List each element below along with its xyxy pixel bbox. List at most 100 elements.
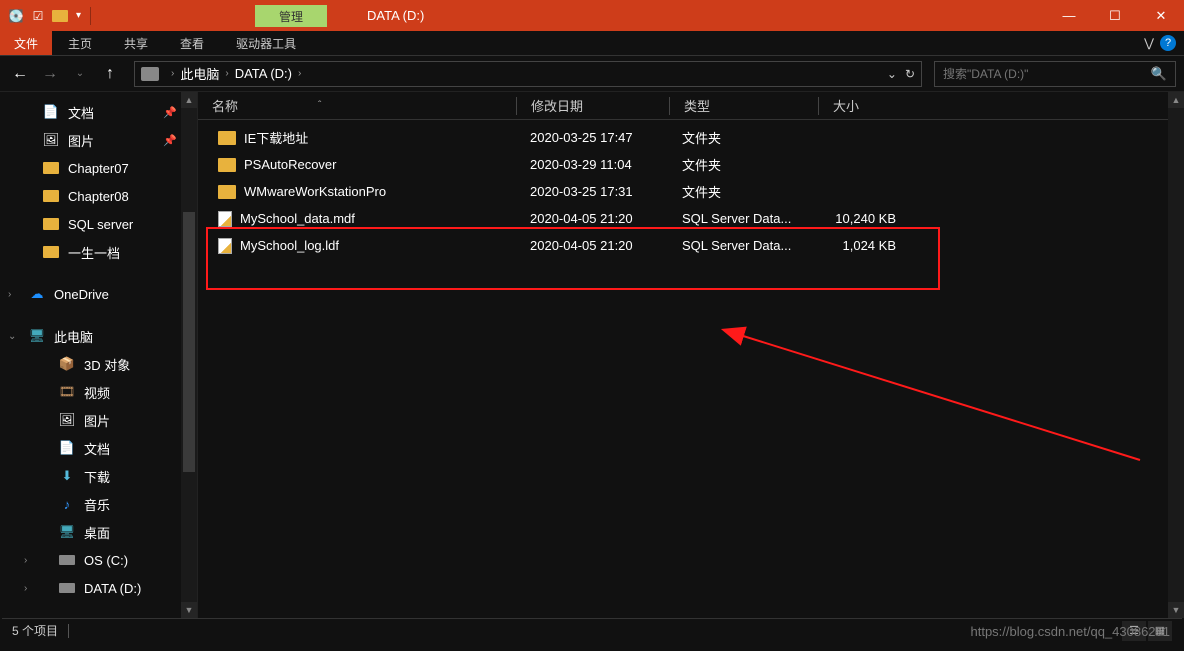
sidebar-item[interactable]: SQL server [0, 210, 197, 238]
separator [68, 624, 69, 638]
breadcrumb-part[interactable]: 此电脑 [180, 64, 219, 83]
refresh-icon[interactable]: ↻ [905, 67, 915, 81]
column-date[interactable]: 修改日期 [517, 96, 669, 115]
scroll-down-icon[interactable]: ▼ [1168, 602, 1184, 618]
sidebar-item-label: 此电脑 [54, 327, 93, 346]
breadcrumb-part[interactable]: DATA (D:) [235, 66, 292, 81]
pin-icon: 📌 [163, 106, 177, 119]
sidebar-item-thispc[interactable]: ⌄ 🖥 此电脑 [0, 322, 197, 350]
sidebar-item-label: DATA (D:) [84, 581, 141, 596]
sidebar-item-label: Chapter07 [68, 161, 129, 176]
sidebar-item[interactable]: 🎞 视频 [0, 378, 197, 406]
sidebar-item[interactable]: › DATA (D:) [0, 574, 197, 602]
sidebar-item[interactable]: 一生一档 [0, 238, 197, 266]
chevron-down-icon[interactable]: ⌄ [887, 67, 897, 81]
chevron-right-icon[interactable]: › [24, 555, 27, 566]
folder-icon [42, 245, 60, 259]
file-row[interactable]: MySchool_data.mdf2020-04-05 21:20SQL Ser… [198, 205, 1184, 232]
checkbox-icon[interactable]: ☑ [28, 6, 48, 26]
qat-dropdown-icon[interactable]: ▾ [72, 10, 85, 21]
sidebar-item-label: 文档 [68, 103, 94, 122]
search-box[interactable]: 🔍 [934, 61, 1176, 87]
close-button[interactable]: ✕ [1138, 0, 1184, 31]
maximize-button[interactable]: ☐ [1092, 0, 1138, 31]
chevron-right-icon[interactable]: › [165, 68, 180, 79]
file-name: PSAutoRecover [244, 157, 337, 172]
sidebar-item[interactable]: ⬇下载 [0, 462, 197, 490]
column-name[interactable]: 名称ˆ [198, 96, 516, 115]
sidebar-item[interactable]: ♪音乐 [0, 490, 197, 518]
status-item-count: 5 个项目 [12, 622, 58, 639]
ribbon-tab-drivetools[interactable]: 驱动器工具 [220, 31, 312, 56]
navigation-bar: ← → ⌄ ↑ › 此电脑 › DATA (D:) › ⌄ ↻ 🔍 [0, 56, 1184, 92]
sidebar-item-label: 桌面 [84, 523, 110, 542]
quick-access-toolbar: 💽 ☑ ▾ [0, 6, 100, 26]
chevron-right-icon[interactable]: › [292, 68, 307, 79]
video-icon: 🎞 [58, 385, 76, 399]
chevron-down-icon[interactable]: ⌄ [8, 331, 16, 342]
file-size: 10,240 KB [816, 211, 936, 226]
manage-context-tab[interactable]: 管理 [255, 5, 327, 27]
filelist-scrollbar[interactable]: ▲ ▼ [1168, 92, 1184, 618]
chevron-down-icon[interactable]: ⋁ [1144, 36, 1154, 50]
scroll-thumb[interactable] [183, 212, 195, 472]
column-size[interactable]: 大小 [819, 96, 939, 115]
3d-icon: 📦 [58, 357, 76, 371]
chevron-right-icon[interactable]: › [219, 68, 234, 79]
sidebar-item[interactable]: 🖥桌面 [0, 518, 197, 546]
sidebar-item[interactable]: Chapter07 [0, 154, 197, 182]
help-icon[interactable]: ? [1160, 35, 1176, 51]
sidebar-item[interactable]: 🖼图片 [0, 406, 197, 434]
file-tab[interactable]: 文件 [0, 31, 52, 55]
ribbon-tab-share[interactable]: 共享 [108, 31, 164, 56]
sidebar-item-label: OneDrive [54, 287, 109, 302]
drive-icon: 💽 [6, 6, 26, 26]
file-row[interactable]: WMwareWorKstationPro2020-03-25 17:31文件夹 [198, 178, 1184, 205]
file-row[interactable]: PSAutoRecover2020-03-29 11:04文件夹 [198, 151, 1184, 178]
sidebar-item[interactable]: 📄文档📌 [0, 98, 197, 126]
sidebar-item[interactable]: 📦 3D 对象 [0, 350, 197, 378]
file-row[interactable]: MySchool_log.ldf2020-04-05 21:20SQL Serv… [198, 232, 1184, 259]
sidebar-item-label: 图片 [68, 131, 94, 150]
up-button[interactable]: ↑ [98, 62, 122, 86]
sidebar-item[interactable]: › OS (C:) [0, 546, 197, 574]
search-input[interactable] [943, 67, 1151, 81]
window-controls: — ☐ ✕ [1046, 0, 1184, 31]
column-type[interactable]: 类型 [670, 96, 818, 115]
file-row[interactable]: IE下载地址2020-03-25 17:47文件夹 [198, 124, 1184, 151]
file-name: WMwareWorKstationPro [244, 184, 386, 199]
sidebar-item[interactable]: Chapter08 [0, 182, 197, 210]
sidebar-item[interactable]: 📄文档 [0, 434, 197, 462]
file-date: 2020-03-25 17:31 [516, 184, 668, 199]
sidebar-item-label: SQL server [68, 217, 133, 232]
address-bar[interactable]: › 此电脑 › DATA (D:) › ⌄ ↻ [134, 61, 922, 87]
pic-icon: 🖼 [42, 133, 60, 147]
search-icon[interactable]: 🔍 [1151, 66, 1167, 82]
sidebar-item-label: 视频 [84, 383, 110, 402]
minimize-button[interactable]: — [1046, 0, 1092, 31]
chevron-right-icon[interactable]: › [8, 289, 11, 300]
sidebar-item-label: 3D 对象 [84, 355, 130, 374]
pin-icon: 📌 [163, 134, 177, 147]
file-size: 1,024 KB [816, 238, 936, 253]
scroll-up-icon[interactable]: ▲ [181, 92, 197, 108]
chevron-right-icon[interactable]: › [24, 583, 27, 594]
back-button[interactable]: ← [8, 62, 32, 86]
sidebar-item-label: Chapter08 [68, 189, 129, 204]
scroll-up-icon[interactable]: ▲ [1168, 92, 1184, 108]
sidebar-item-label: OS (C:) [84, 553, 128, 568]
sidebar-scrollbar[interactable]: ▲ ▼ [181, 92, 197, 618]
recent-dropdown[interactable]: ⌄ [68, 62, 92, 86]
file-name: IE下载地址 [244, 128, 308, 147]
sidebar-item-label: 一生一档 [68, 243, 120, 262]
file-name: MySchool_data.mdf [240, 211, 355, 226]
forward-button[interactable]: → [38, 62, 62, 86]
column-headers: 名称ˆ 修改日期 类型 大小 [198, 92, 1184, 120]
sidebar-item[interactable]: 🖼 图片 📌 [0, 126, 197, 154]
music-icon: ♪ [58, 497, 76, 511]
ribbon-tab-view[interactable]: 查看 [164, 31, 220, 56]
ribbon-tab-home[interactable]: 主页 [52, 31, 108, 56]
scroll-down-icon[interactable]: ▼ [181, 602, 197, 618]
sidebar-item-onedrive[interactable]: › ☁ OneDrive [0, 280, 197, 308]
navigation-pane: 📄文档📌🖼图片📌Chapter07Chapter08SQL server一生一档… [0, 92, 198, 618]
